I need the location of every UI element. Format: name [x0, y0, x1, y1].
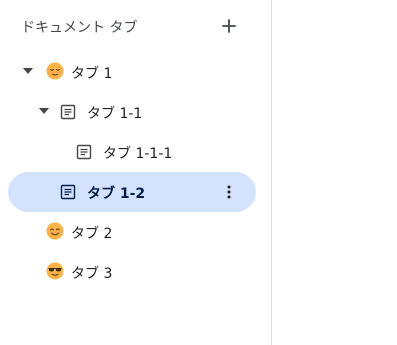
caret-down-icon[interactable]	[39, 108, 49, 114]
plus-icon	[222, 19, 236, 33]
add-tab-button[interactable]	[219, 14, 239, 38]
document-icon	[76, 144, 92, 160]
tab-label: タブ 1	[71, 66, 113, 82]
caret-down-icon[interactable]	[23, 68, 33, 74]
tab-label: タブ 1-1-1	[103, 146, 173, 162]
document-icon	[60, 184, 76, 200]
tab-item-3[interactable]: タブ 3	[8, 252, 256, 292]
tab-label: タブ 3	[71, 266, 113, 282]
sidebar-header: ドキュメント タブ	[21, 14, 246, 38]
tab-label: タブ 2	[71, 226, 113, 242]
more-vert-icon	[227, 185, 231, 199]
tab-label: タブ 1-2	[87, 186, 146, 202]
tab-label: タブ 1-1	[87, 106, 143, 122]
smiling-face-emoji-icon	[46, 222, 64, 240]
tab-item-1-2[interactable]: タブ 1-2	[8, 172, 256, 212]
document-icon	[60, 104, 76, 120]
tab-item-1-1[interactable]: タブ 1-1	[8, 92, 256, 132]
sunglasses-face-emoji-icon	[46, 262, 64, 280]
document-tabs-sidebar: ドキュメント タブ タブ 1 タブ 1-1 タブ 1-1-1 タブ 1-2 タブ…	[0, 0, 271, 345]
sidebar-title: ドキュメント タブ	[21, 20, 138, 36]
relieved-face-emoji-icon	[46, 62, 64, 80]
tab-item-1[interactable]: タブ 1	[8, 52, 256, 92]
tab-item-2[interactable]: タブ 2	[8, 212, 256, 252]
more-options-button[interactable]	[223, 182, 235, 202]
document-area	[272, 0, 397, 345]
tab-item-1-1-1[interactable]: タブ 1-1-1	[8, 132, 256, 172]
